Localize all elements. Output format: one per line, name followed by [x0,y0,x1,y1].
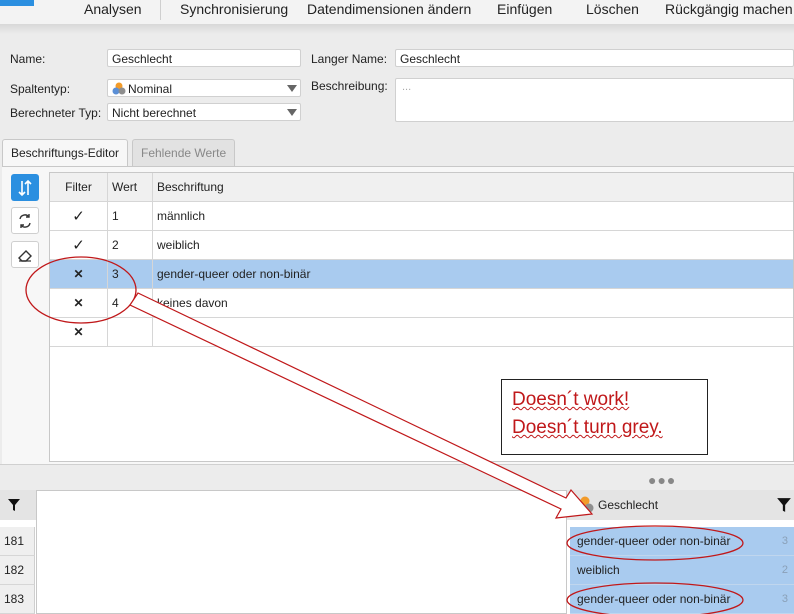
table-row[interactable]: ✕ 4 keines davon [50,289,793,318]
chevron-down-icon [287,109,297,116]
data-cell[interactable]: gender-queer oder non-binär 3 [570,527,794,556]
nominal-icon [112,82,126,95]
cell-value: gender-queer oder non-binär [577,592,731,606]
label-cell[interactable]: keines davon [153,289,793,317]
header-wert[interactable]: Wert [108,173,153,201]
long-name-label: Langer Name: [311,52,388,66]
drag-handle-icon[interactable]: ●●● [648,472,676,488]
table-header: Filter Wert Beschriftung [50,173,793,202]
data-cell[interactable]: gender-queer oder non-binär 3 [570,585,794,614]
label-cell[interactable]: gender-queer oder non-binär [153,260,793,288]
value-cell[interactable] [108,318,153,346]
annotation-line-2: Doesn´t turn grey. [512,417,663,438]
blank-overlay-panel [36,490,567,614]
table-row[interactable]: ✓ 1 männlich [50,202,793,231]
computed-type-value: Nicht berechnet [112,106,197,120]
cell-code: 3 [781,535,788,547]
menu-synchronisierung[interactable]: Synchronisierung [180,1,288,17]
label-cell[interactable] [153,318,793,346]
value-cell[interactable]: 3 [108,260,153,288]
nominal-icon [576,496,594,513]
description-field[interactable]: ... [395,78,794,122]
recode-button[interactable] [11,207,39,234]
value-cell[interactable]: 1 [108,202,153,230]
filter-cross-icon[interactable]: ✕ [50,318,108,346]
computed-type-label: Berechneter Typ: [10,106,102,120]
column-header-geschlecht[interactable]: Geschlecht [598,498,658,512]
name-label: Name: [10,52,46,66]
table-row[interactable]: ✕ [50,318,793,347]
annotation-line-1: Doesn´t work! [512,389,630,410]
clear-button[interactable] [11,241,39,268]
header-filter[interactable]: Filter [50,173,108,201]
cell-value: gender-queer oder non-binär [577,534,731,548]
cell-value: weiblich [577,563,620,577]
data-cell[interactable]: weiblich 2 [570,556,794,585]
menu-einfuegen[interactable]: Einfügen [497,1,552,17]
menu-separator [160,0,161,20]
column-type-label: Spaltentyp: [10,82,71,96]
menu-datendimensionen[interactable]: Datendimensionen ändern [307,1,471,17]
long-name-field[interactable]: Geschlecht [395,49,794,67]
row-number[interactable]: 181 [0,527,35,556]
menu-analysen[interactable]: Analysen [84,1,142,17]
column-filter-icon[interactable] [776,497,792,513]
column-type-value: Nominal [128,82,173,96]
cell-code: 3 [781,593,788,605]
app-icon[interactable] [0,0,34,6]
filter-checkmark-icon[interactable]: ✓ [50,202,108,230]
filter-checkmark-icon[interactable]: ✓ [50,231,108,259]
filter-cross-icon[interactable]: ✕ [50,289,108,317]
computed-type-select[interactable]: Nicht berechnet [107,103,301,121]
sort-values-button[interactable] [11,174,39,201]
value-cell[interactable]: 4 [108,289,153,317]
menu-rueckgaengig[interactable]: Rückgängig machen [665,1,793,17]
table-row[interactable]: ✓ 2 weiblich [50,231,793,260]
description-label: Beschreibung: [311,79,388,93]
chevron-down-icon [287,85,297,92]
filter-icon[interactable] [7,498,21,512]
cell-code: 2 [781,564,788,576]
table-row-selected[interactable]: ✕ 3 gender-queer oder non-binär [50,260,793,289]
value-cell[interactable]: 2 [108,231,153,259]
filter-cross-icon[interactable]: ✕ [50,260,108,288]
sort-icon [18,179,32,196]
column-type-select[interactable]: Nominal [107,79,301,97]
tab-missing-values[interactable]: Fehlende Werte [132,139,236,167]
row-number[interactable]: 182 [0,556,35,585]
eraser-icon [18,249,32,262]
menu-loeschen[interactable]: Löschen [586,1,639,17]
toolbar-shadow [0,24,794,34]
label-cell[interactable]: männlich [153,202,793,230]
label-cell[interactable]: weiblich [153,231,793,259]
header-beschriftung[interactable]: Beschriftung [153,173,793,201]
tab-label-editor[interactable]: Beschriftungs-Editor [2,139,129,167]
annotation-box: Doesn´t work! Doesn´t turn grey. [501,379,708,455]
menu-bar: Analysen Synchronisierung Datendimension… [0,0,794,25]
name-field[interactable]: Geschlecht [107,49,301,67]
row-number[interactable]: 183 [0,585,35,614]
recode-icon [19,213,31,228]
